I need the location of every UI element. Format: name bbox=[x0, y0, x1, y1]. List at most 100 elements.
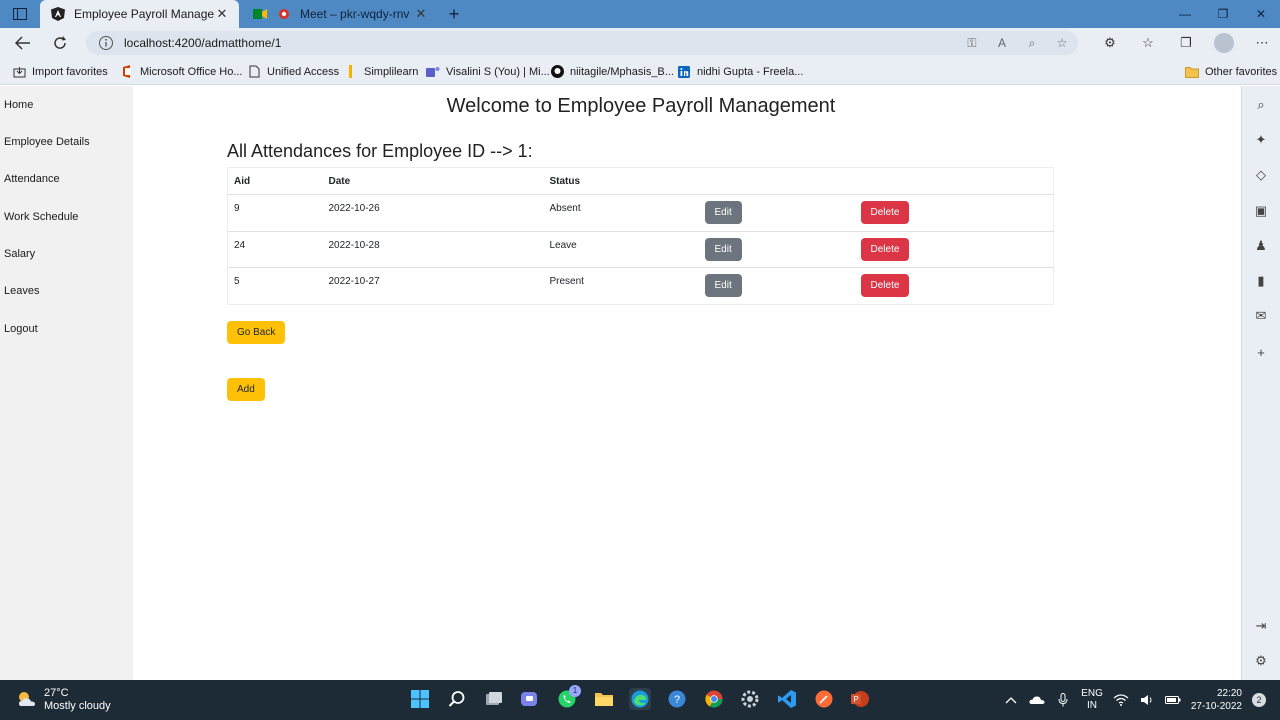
favorite-label: Microsoft Office Ho... bbox=[140, 65, 243, 78]
postman-icon[interactable] bbox=[813, 688, 835, 710]
recording-icon bbox=[276, 6, 292, 22]
microphone-icon[interactable] bbox=[1055, 692, 1071, 708]
key-icon[interactable]: ⚿ bbox=[962, 34, 982, 52]
games-icon[interactable]: ♟ bbox=[1252, 237, 1270, 255]
weather-text: Mostly cloudy bbox=[44, 700, 111, 712]
tab-meet[interactable]: Meet – pkr-wqdy-rnv ✕ bbox=[242, 0, 438, 28]
maximize-icon[interactable]: ❐ bbox=[1204, 0, 1242, 28]
language-indicator[interactable]: ENG IN bbox=[1081, 688, 1103, 712]
vscode-icon[interactable] bbox=[776, 688, 798, 710]
clock[interactable]: 22:20 27-10-2022 bbox=[1191, 687, 1242, 713]
edge-browser-icon[interactable] bbox=[629, 688, 651, 710]
linkedin-icon bbox=[677, 65, 691, 79]
column-header-aid: Aid bbox=[234, 175, 251, 187]
favorite-linkedin[interactable]: nidhi Gupta - Freela... bbox=[677, 63, 803, 80]
discover-icon[interactable]: ✦ bbox=[1252, 131, 1270, 149]
refresh-icon[interactable] bbox=[50, 33, 70, 53]
favorite-other[interactable]: Other favorites bbox=[1185, 63, 1277, 80]
table-row: 9 2022-10-26 Absent Edit Delete bbox=[227, 194, 1054, 231]
close-tab-icon[interactable]: ✕ bbox=[215, 6, 229, 21]
help-icon[interactable]: ? bbox=[666, 688, 688, 710]
edit-button[interactable]: Edit bbox=[704, 274, 742, 298]
language-region: IN bbox=[1087, 700, 1097, 711]
zoom-icon[interactable]: ⌕ bbox=[1022, 34, 1042, 52]
teams-chat-icon[interactable] bbox=[519, 688, 541, 710]
favorite-simplilearn[interactable]: Simplilearn bbox=[344, 63, 418, 80]
attendance-table: Aid Date Status 9 2022-10-26 Absent Edit… bbox=[227, 167, 1054, 305]
delete-button[interactable]: Delete bbox=[860, 237, 910, 261]
favorites-icon[interactable]: ☆ bbox=[1138, 33, 1158, 53]
settings-more-icon[interactable]: ⋯ bbox=[1252, 33, 1272, 53]
url-text[interactable]: localhost:4200/admatthome/1 bbox=[124, 36, 281, 50]
back-icon[interactable] bbox=[13, 33, 33, 53]
sidebar-item-work-schedule[interactable]: Work Schedule bbox=[4, 211, 78, 223]
show-hidden-icons-icon[interactable] bbox=[1003, 692, 1019, 708]
tab-employee-payroll[interactable]: Employee Payroll Management ✕ bbox=[40, 0, 239, 28]
browser-tab-strip: Employee Payroll Management ✕ Meet – pkr… bbox=[0, 0, 1280, 28]
cloudy-weather-icon bbox=[16, 690, 38, 711]
sidebar-item-leaves[interactable]: Leaves bbox=[4, 285, 39, 297]
cell-status: Absent bbox=[543, 194, 699, 231]
profile-avatar[interactable] bbox=[1214, 33, 1234, 53]
favorite-label: Import favorites bbox=[32, 65, 108, 78]
shopping-tag-icon[interactable]: ◇ bbox=[1252, 166, 1270, 184]
favorite-label: nidhi Gupta - Freela... bbox=[697, 65, 804, 78]
onedrive-icon[interactable] bbox=[1029, 692, 1045, 708]
tools-briefcase-icon[interactable]: ▣ bbox=[1252, 202, 1270, 220]
task-view-icon[interactable] bbox=[483, 688, 505, 710]
go-back-button[interactable]: Go Back bbox=[227, 321, 286, 344]
column-header-date: Date bbox=[328, 175, 351, 187]
table-row: 5 2022-10-27 Present Edit Delete bbox=[227, 267, 1054, 304]
address-bar[interactable]: localhost:4200/admatthome/1 ⚿ A ⌕ ☆ bbox=[86, 31, 1078, 55]
battery-icon[interactable] bbox=[1164, 692, 1181, 708]
browser-toolbar: localhost:4200/admatthome/1 ⚿ A ⌕ ☆ ⚙ ☆ … bbox=[0, 28, 1280, 58]
close-window-icon[interactable]: ✕ bbox=[1242, 0, 1280, 28]
close-tab-icon[interactable]: ✕ bbox=[414, 6, 428, 21]
sidebar-item-home[interactable]: Home bbox=[4, 99, 33, 111]
favorite-import[interactable]: Import favorites bbox=[12, 63, 108, 80]
delete-button[interactable]: Delete bbox=[860, 201, 910, 225]
sidebar-item-employee-details[interactable]: Employee Details bbox=[4, 136, 90, 148]
favorite-github[interactable]: niitagile/Mphasis_B... bbox=[550, 63, 674, 80]
weather-widget[interactable]: 27°C Mostly cloudy bbox=[16, 687, 111, 713]
delete-button[interactable]: Delete bbox=[860, 274, 910, 298]
collections-icon[interactable]: ❐ bbox=[1176, 33, 1196, 53]
new-tab-icon[interactable]: + bbox=[444, 4, 464, 24]
sidebar-item-logout[interactable]: Logout bbox=[4, 323, 38, 335]
favorite-teams[interactable]: Visalini S (You) | Mi... bbox=[426, 63, 550, 80]
tab-actions-icon[interactable] bbox=[8, 5, 32, 23]
favorite-office[interactable]: Microsoft Office Ho... bbox=[120, 63, 243, 80]
edit-button[interactable]: Edit bbox=[704, 237, 742, 261]
powerpoint-icon[interactable]: P bbox=[849, 688, 871, 710]
office-sidebar-icon[interactable]: ▮ bbox=[1252, 272, 1270, 290]
favorite-label: Visalini S (You) | Mi... bbox=[446, 65, 550, 78]
site-info-icon[interactable] bbox=[98, 35, 114, 51]
taskbar-search-icon[interactable] bbox=[446, 688, 468, 710]
sidebar-item-attendance[interactable]: Attendance bbox=[4, 173, 60, 185]
favorite-label: Simplilearn bbox=[364, 65, 419, 78]
windows-start-icon[interactable] bbox=[409, 688, 431, 710]
hide-sidebar-icon[interactable]: ⇥ bbox=[1252, 617, 1270, 635]
search-icon[interactable]: ⌕ bbox=[1252, 96, 1270, 114]
add-button[interactable]: Add bbox=[227, 378, 265, 401]
read-aloud-icon[interactable]: A bbox=[992, 34, 1012, 52]
section-title: All Attendances for Employee ID --> 1: bbox=[227, 141, 533, 161]
whatsapp-icon[interactable]: 1 bbox=[556, 685, 581, 710]
sidebar-settings-icon[interactable]: ⚙ bbox=[1252, 652, 1270, 670]
add-sidebar-app-icon[interactable]: + bbox=[1252, 343, 1270, 361]
settings-gear-icon[interactable] bbox=[739, 688, 761, 710]
chrome-icon[interactable] bbox=[703, 688, 725, 710]
favorite-unified-access[interactable]: Unified Access bbox=[247, 63, 339, 80]
outlook-icon[interactable]: ✉ bbox=[1252, 307, 1270, 325]
volume-icon[interactable] bbox=[1139, 692, 1155, 708]
edit-button[interactable]: Edit bbox=[704, 201, 742, 225]
file-explorer-icon[interactable] bbox=[593, 688, 615, 710]
notifications-badge[interactable]: 2 bbox=[1252, 693, 1266, 707]
tab-title: Employee Payroll Management bbox=[74, 7, 215, 21]
extensions-icon[interactable]: ⚙ bbox=[1100, 33, 1120, 53]
minimize-icon[interactable]: — bbox=[1166, 0, 1204, 28]
wifi-icon[interactable] bbox=[1113, 692, 1129, 708]
add-favorite-icon[interactable]: ☆ bbox=[1052, 34, 1072, 52]
sidebar-item-salary[interactable]: Salary bbox=[4, 248, 35, 260]
folder-icon bbox=[1185, 65, 1199, 79]
